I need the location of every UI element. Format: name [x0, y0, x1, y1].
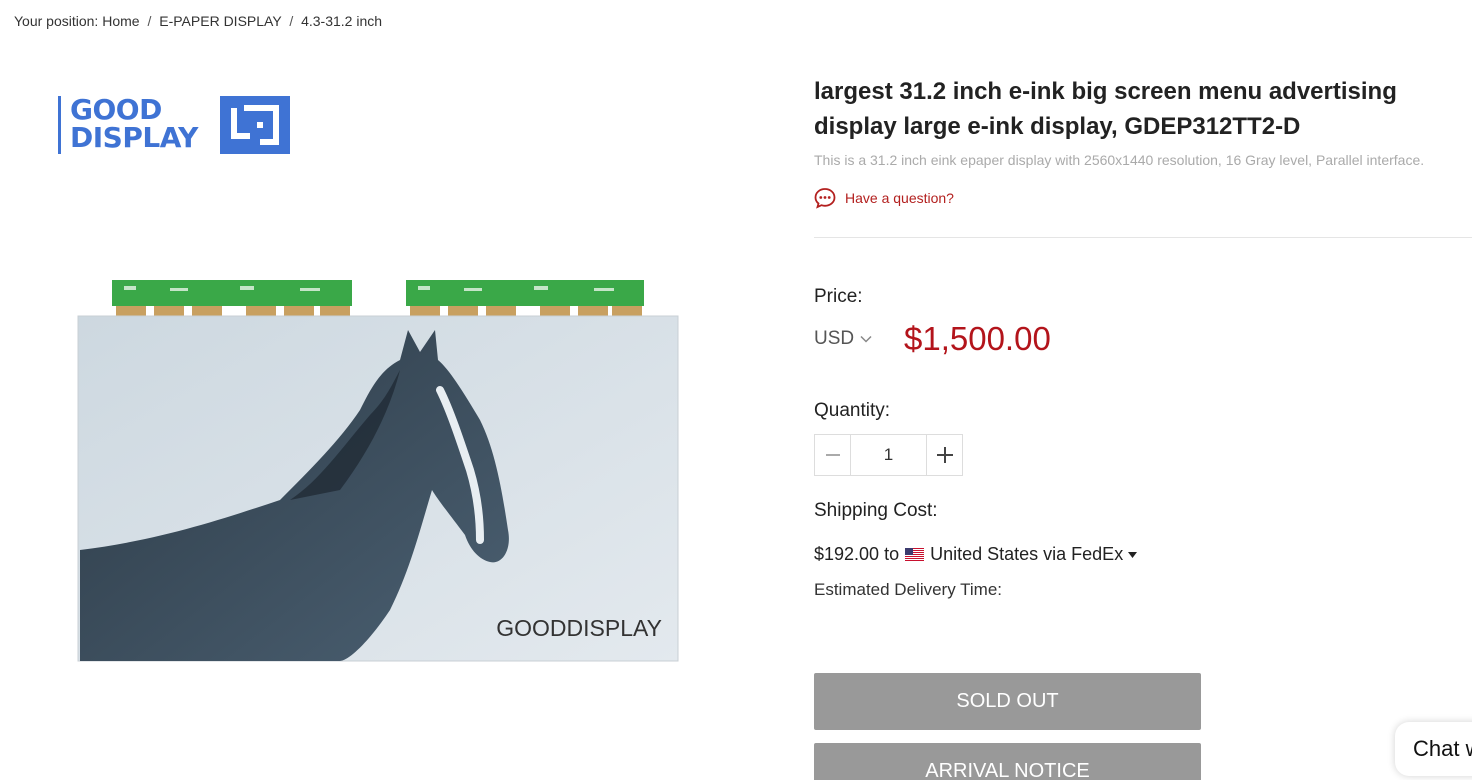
- breadcrumb-home[interactable]: Home: [102, 13, 139, 29]
- shipping-destination-selector[interactable]: United States via FedEx: [899, 544, 1138, 565]
- have-a-question-link[interactable]: Have a question?: [814, 187, 1472, 209]
- logo-mark-icon: [220, 96, 290, 154]
- chat-bubble-icon: [814, 188, 836, 209]
- price-row: USD $1,500.00: [814, 320, 1472, 358]
- minus-icon: [825, 454, 840, 456]
- shipping-cost: $192.00: [814, 544, 880, 564]
- quantity-decrease-button[interactable]: [815, 435, 851, 475]
- breadcrumb-prefix: Your position:: [14, 13, 99, 29]
- breadcrumb-separator: /: [289, 13, 294, 29]
- estimated-delivery-label: Estimated Delivery Time:: [814, 580, 1002, 599]
- logo-line-1: GOOD: [70, 93, 162, 126]
- breadcrumb-epaper-display[interactable]: E-PAPER DISPLAY: [159, 13, 281, 29]
- caret-down-icon: [1128, 551, 1138, 558]
- shipping-destination: United States via FedEx: [930, 544, 1124, 564]
- us-flag-icon: [905, 548, 925, 561]
- shipping-cost-label: Shipping Cost:: [814, 500, 938, 521]
- chat-label: Chat w: [1413, 736, 1472, 761]
- sold-out-button[interactable]: SOLD OUT: [814, 673, 1201, 730]
- product-subtitle: This is a 31.2 inch eink epaper display …: [814, 152, 1425, 168]
- product-gallery: GOOD DISPLAY GOODDISPLAY: [40, 60, 780, 780]
- logo-wordmark: GOOD DISPLAY: [58, 96, 214, 154]
- plus-icon: [936, 447, 953, 463]
- quantity-stepper: [814, 434, 963, 476]
- currency-selector[interactable]: USD: [814, 328, 904, 350]
- product-info: largest 31.2 inch e-ink big screen menu …: [814, 74, 1472, 600]
- price-label: Price:: [814, 286, 863, 307]
- breadcrumb-size-range[interactable]: 4.3-31.2 inch: [301, 13, 382, 29]
- chat-widget-button[interactable]: Chat w: [1395, 722, 1472, 776]
- quantity-label: Quantity:: [814, 400, 891, 421]
- divider: [814, 237, 1472, 238]
- shipping-row: $192.00 to United States via FedEx: [814, 544, 1472, 565]
- image-caption: GOODDISPLAY: [496, 615, 662, 641]
- breadcrumb-separator: /: [147, 13, 152, 29]
- breadcrumb: Your position: Home / E-PAPER DISPLAY / …: [14, 13, 382, 29]
- brand-logo: GOOD DISPLAY: [58, 96, 298, 160]
- product-image[interactable]: GOODDISPLAY: [40, 170, 780, 780]
- have-a-question-label: Have a question?: [845, 190, 954, 206]
- shipping-to: to: [884, 544, 900, 564]
- quantity-increase-button[interactable]: [926, 435, 962, 475]
- arrival-notice-button[interactable]: ARRIVAL NOTICE: [814, 743, 1201, 780]
- product-price: $1,500.00: [904, 320, 1051, 357]
- quantity-input[interactable]: [851, 435, 926, 475]
- logo-line-2: DISPLAY: [70, 121, 198, 154]
- product-title: largest 31.2 inch e-ink big screen menu …: [814, 78, 1397, 140]
- chevron-down-icon: [860, 335, 872, 343]
- currency-code: USD: [814, 328, 855, 349]
